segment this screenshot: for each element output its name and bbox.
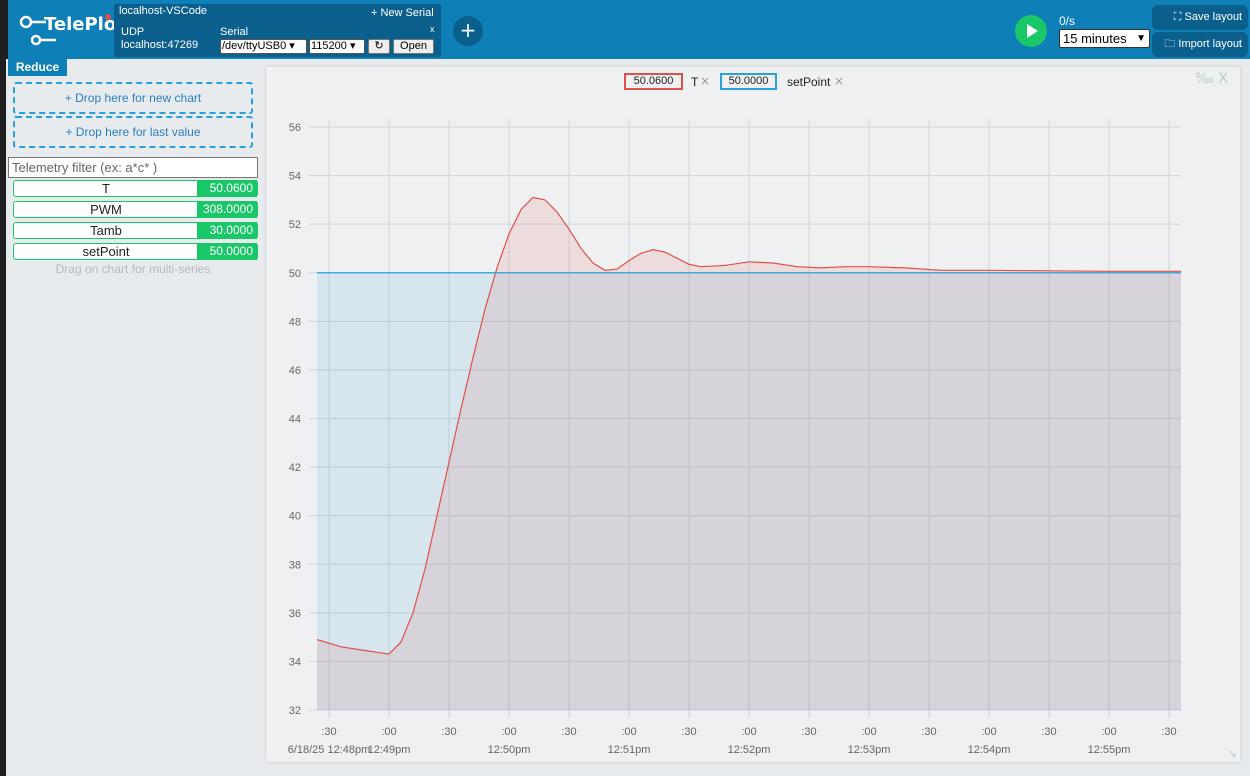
x-tick-label: :30 xyxy=(321,726,336,738)
serial-port-value: /dev/ttyUSB0 xyxy=(222,40,287,52)
telemetry-value: 50.0000 xyxy=(197,243,257,260)
expand-icon: ⛶ xyxy=(1173,11,1185,23)
udp-address: localhost:47269 xyxy=(121,39,199,51)
x-tick-label: :00 xyxy=(501,726,516,738)
new-serial-button[interactable]: + New Serial xyxy=(371,7,434,19)
x-time-label: 12:54pm xyxy=(968,744,1011,756)
drop-zone-last-value[interactable]: + Drop here for last value xyxy=(13,116,253,148)
y-tick-label: 52 xyxy=(289,219,301,231)
y-tick-label: 32 xyxy=(289,705,301,717)
x-tick-label: :00 xyxy=(861,726,876,738)
window-edge xyxy=(0,0,6,776)
chevron-down-icon: ▼ xyxy=(1136,33,1146,44)
x-tick-label: :30 xyxy=(921,726,936,738)
chart-plot[interactable]: 32 34 36 38 40 42 44 46 48 50 52 54 56 :30 :00 :30 :00 :3… xyxy=(266,67,1240,762)
y-tick-label: 34 xyxy=(289,656,301,668)
y-tick-label: 40 xyxy=(289,511,301,523)
x-time-label: 12:50pm xyxy=(488,744,531,756)
time-window-value: 15 minutes xyxy=(1063,31,1127,46)
x-tick-label: :30 xyxy=(561,726,576,738)
serial-close-button[interactable]: x xyxy=(430,24,435,34)
serial-label: Serial xyxy=(220,26,249,38)
y-tick-label: 44 xyxy=(289,414,301,426)
y-tick-label: 42 xyxy=(289,462,301,474)
telemetry-name: T xyxy=(102,181,110,196)
chart-card: 50.0600 T × 50.0000 setPoint × ‰ X ↘ 32 3… xyxy=(266,67,1240,762)
x-tick-label: :30 xyxy=(1041,726,1056,738)
x-tick-label: :00 xyxy=(981,726,996,738)
top-bar: TelePlot localhost-VSCode + New Serial U… xyxy=(8,0,1250,59)
y-tick-label: 54 xyxy=(289,171,301,183)
y-tick-label: 46 xyxy=(289,365,301,377)
telemetry-name: PWM xyxy=(90,202,122,217)
add-connection-button[interactable]: + xyxy=(453,16,483,46)
udp-label: UDP xyxy=(121,26,145,38)
x-tick-label: :30 xyxy=(441,726,456,738)
y-tick-label: 50 xyxy=(289,268,301,280)
y-tick-label: 56 xyxy=(289,122,301,134)
import-layout-label: Import layout xyxy=(1178,38,1242,50)
import-layout-button[interactable]: 🗀 Import layout xyxy=(1152,32,1248,57)
save-layout-label: Save layout xyxy=(1184,11,1242,23)
telemetry-value: 308.0000 xyxy=(197,201,257,218)
telemetry-value: 30.0000 xyxy=(197,222,257,239)
time-window-select[interactable]: 15 minutes ▼ xyxy=(1059,29,1150,48)
serial-port-select[interactable]: /dev/ttyUSB0 ▾ xyxy=(220,39,307,54)
telemetry-item[interactable]: setPoint 50.0000 xyxy=(13,243,258,260)
connection-panel: localhost-VSCode + New Serial UDP localh… xyxy=(114,4,441,57)
multi-series-hint: Drag on chart for multi-series xyxy=(55,262,211,276)
x-tick-label: :30 xyxy=(1161,726,1176,738)
play-icon xyxy=(1027,24,1038,38)
save-layout-button[interactable]: ⛶ Save layout xyxy=(1152,5,1248,30)
play-button[interactable] xyxy=(1015,15,1047,47)
x-time-label: 12:52pm xyxy=(728,744,771,756)
x-time-label: 12:55pm xyxy=(1088,744,1131,756)
drop-zone-new-chart[interactable]: + Drop here for new chart xyxy=(13,82,253,114)
open-button[interactable]: Open xyxy=(393,39,434,54)
refresh-button[interactable]: ↻ xyxy=(368,39,390,54)
x-tick-label: :00 xyxy=(741,726,756,738)
chart-areas xyxy=(317,197,1181,711)
x-time-label: 12:53pm xyxy=(848,744,891,756)
x-tick-label: :00 xyxy=(381,726,396,738)
x-time-label: 12:51pm xyxy=(608,744,651,756)
x-tick-label: :00 xyxy=(1101,726,1116,738)
y-tick-label: 38 xyxy=(289,559,301,571)
teleplot-logo: TelePlot xyxy=(16,8,116,50)
x-tick-label: :30 xyxy=(681,726,696,738)
y-tick-label: 48 xyxy=(289,316,301,328)
baud-rate-select[interactable]: 115200 ▾ xyxy=(309,39,365,54)
x-time-label: 12:49pm xyxy=(368,744,411,756)
telemetry-value: 50.0600 xyxy=(197,180,257,197)
rate-indicator: 0/s xyxy=(1059,14,1076,28)
y-tick-label: 36 xyxy=(289,608,301,620)
telemetry-filter-input[interactable]: Telemetry filter (ex: a*c* ) xyxy=(8,157,258,178)
x-tick-label: :00 xyxy=(621,726,636,738)
x-tick-label: :30 xyxy=(801,726,816,738)
telemetry-item[interactable]: Tamb 30.0000 xyxy=(13,222,258,239)
telemetry-item[interactable]: PWM 308.0000 xyxy=(13,201,258,218)
telemetry-name: Tamb xyxy=(90,223,122,238)
reduce-toggle-button[interactable]: Reduce xyxy=(8,59,67,76)
telemetry-name: setPoint xyxy=(82,244,130,259)
x-time-label: 6/18/25 12:48pm xyxy=(288,744,371,756)
baud-rate-value: 115200 xyxy=(311,40,347,52)
telemetry-item[interactable]: T 50.0600 xyxy=(13,180,258,197)
folder-icon: 🗀 xyxy=(1164,38,1179,50)
connection-name: localhost-VSCode xyxy=(119,5,208,17)
